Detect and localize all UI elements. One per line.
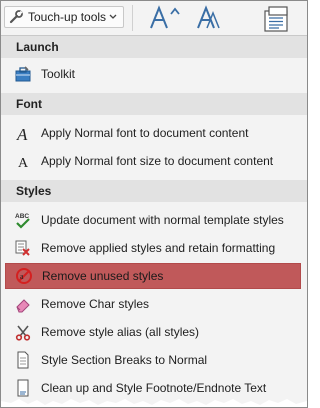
menu-item-toolkit[interactable]: Toolkit xyxy=(5,61,301,87)
ribbon-separator xyxy=(132,5,133,31)
menu-item-remove-style-alias[interactable]: Remove style alias (all styles) xyxy=(5,319,301,345)
menu-item-label: Update document with normal template sty… xyxy=(41,213,284,227)
menu-item-label: Apply Normal font to document content xyxy=(41,126,249,140)
menu-item-label: Remove applied styles and retain formatt… xyxy=(41,241,276,255)
menu-item-label: Apply Normal font size to document conte… xyxy=(41,154,274,168)
menu-item-apply-normal-font[interactable]: A Apply Normal font to document content xyxy=(5,120,301,146)
touch-up-tools-label: Touch-up tools xyxy=(28,10,107,24)
menu-item-remove-char-styles[interactable]: Remove Char styles xyxy=(5,291,301,317)
toolkit-icon xyxy=(13,64,33,84)
page-break-icon xyxy=(13,350,33,370)
svg-text:ABC: ABC xyxy=(15,213,29,220)
touch-up-tools-window: Touch-up tools Launch Toolkit Font A App… xyxy=(0,0,308,408)
svg-text:a: a xyxy=(20,272,24,281)
section-header-styles: Styles xyxy=(1,180,307,202)
abc-check-icon: ABC xyxy=(13,210,33,230)
menu-item-apply-normal-font-size[interactable]: A Apply Normal font size to document con… xyxy=(5,148,301,174)
ribbon-strip: Touch-up tools xyxy=(1,1,307,35)
menu-item-label: Remove Char styles xyxy=(41,297,150,311)
chevron-down-icon xyxy=(109,14,117,19)
document-icon[interactable] xyxy=(263,5,291,33)
grow-font-icon[interactable] xyxy=(148,5,184,31)
menu-item-remove-applied-styles[interactable]: Remove applied styles and retain formatt… xyxy=(5,235,301,261)
font-size-a-icon: A xyxy=(13,151,33,171)
eraser-icon xyxy=(13,294,33,314)
font-style-icon[interactable] xyxy=(195,5,223,31)
menu-item-label: Style Section Breaks to Normal xyxy=(41,353,208,367)
torn-edge xyxy=(1,399,307,407)
section-header-launch: Launch xyxy=(1,36,307,58)
touch-up-tools-button[interactable]: Touch-up tools xyxy=(4,6,124,28)
section-header-font: Font xyxy=(1,93,307,115)
remove-format-icon xyxy=(13,238,33,258)
menu-item-label: Remove unused styles xyxy=(42,269,164,283)
wrench-icon xyxy=(9,10,23,24)
menu-item-label: Toolkit xyxy=(41,67,76,81)
svg-text:A: A xyxy=(16,125,28,142)
scissors-icon xyxy=(13,322,33,342)
touch-up-tools-menu: Launch Toolkit Font A Apply Normal font … xyxy=(1,35,307,407)
font-a-icon: A xyxy=(13,123,33,143)
menu-item-label: Remove style alias (all styles) xyxy=(41,325,200,339)
menu-item-remove-unused-styles[interactable]: a Remove unused styles xyxy=(5,263,301,289)
no-style-icon: a xyxy=(14,266,34,286)
menu-item-update-document-styles[interactable]: ABC Update document with normal template… xyxy=(5,207,301,233)
menu-item-style-section-breaks[interactable]: Style Section Breaks to Normal xyxy=(5,347,301,373)
svg-text:A: A xyxy=(18,156,29,170)
